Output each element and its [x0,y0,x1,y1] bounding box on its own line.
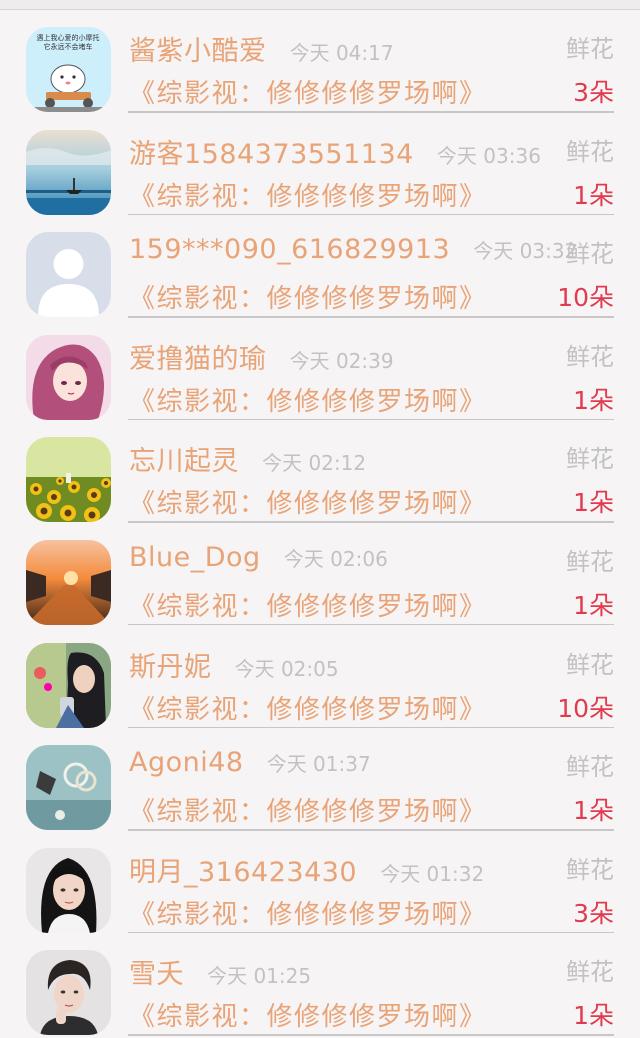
sunflower-field-avatar-image [26,437,111,523]
avatar[interactable] [26,642,111,728]
avatar[interactable] [26,847,111,933]
list-item[interactable]: 斯丹妮 今天 02:05 鲜花 《综影视：修修修修罗场啊》 10朵 [0,626,640,729]
default-user-avatar-icon [26,232,111,318]
timestamp: 今天 03:32 [473,239,578,264]
svg-text:它永远不会堵车: 它永远不会堵车 [44,42,93,51]
avatar[interactable]: 遇上我心爱的小摩托 它永远不会堵车 [26,27,111,112]
timestamp: 今天 01:37 [266,752,371,777]
svg-text:遇上我心爱的小摩托: 遇上我心爱的小摩托 [37,33,100,42]
gift-type-label: 鲜花 [566,35,614,63]
list-item[interactable]: 游客1584373551134 今天 03:36 鲜花 《综影视：修修修修罗场啊… [0,113,640,216]
divider [128,1034,614,1036]
list-item[interactable]: 159***090_616829913 今天 03:32 鲜花 《综影视：修修修… [0,215,640,318]
book-title-link[interactable]: 《综影视：修修修修罗场啊》 [129,592,487,622]
book-title-link[interactable]: 《综影视：修修修修罗场啊》 [129,79,487,109]
avatar[interactable] [26,437,111,523]
flower-count: 1朵 [573,488,614,518]
flower-count: 1朵 [573,590,614,620]
timestamp: 今天 02:39 [289,348,394,373]
flower-count: 1朵 [573,1001,614,1031]
nickname[interactable]: 忘川起灵 [129,446,239,477]
flower-count: 1朵 [573,180,614,210]
gift-type-label: 鲜花 [566,855,614,884]
list-item[interactable]: 爱撸猫的瑜 今天 02:39 鲜花 《综影视：修修修修罗场啊》 1朵 [0,318,640,421]
nickname[interactable]: 159***090_616829913 [129,234,450,265]
avatar[interactable] [26,334,111,420]
list-item[interactable]: 雪夭 今天 01:25 鲜花 《综影视：修修修修罗场啊》 1朵 [0,933,640,1036]
nickname[interactable]: 酱紫小酷爱 [129,36,267,67]
gift-type-label: 鲜花 [566,753,614,782]
gift-type-label: 鲜花 [566,137,614,166]
nickname[interactable]: Agoni48 [129,747,244,778]
book-title-link[interactable]: 《综影视：修修修修罗场啊》 [129,284,487,314]
flower-count: 3朵 [573,78,614,107]
nickname[interactable]: 雪夭 [129,959,184,990]
book-title-link[interactable]: 《综影视：修修修修罗场啊》 [129,900,487,930]
book-title-link[interactable]: 《综影视：修修修修罗场啊》 [129,182,487,212]
timestamp: 今天 02:12 [262,451,367,476]
gift-record-list: 遇上我心爱的小摩托 它永远不会堵车 酱紫小酷爱 今天 04:17 鲜花 《综影视… [0,10,640,1036]
list-item[interactable]: Agoni48 今天 01:37 鲜花 《综影视：修修修修罗场啊》 1朵 [0,728,640,831]
sunset-road-avatar-image [26,539,111,625]
timestamp: 今天 02:05 [234,656,339,681]
timestamp: 今天 01:25 [207,964,312,989]
cartoon-avatar-image: 遇上我心爱的小摩托 它永远不会堵车 [26,27,111,112]
book-title-link[interactable]: 《综影视：修修修修罗场啊》 [129,797,487,827]
flower-count: 1朵 [573,385,614,415]
woman-portrait-avatar-image [26,847,111,933]
top-strip [0,0,640,10]
avatar[interactable] [26,129,111,215]
sea-painting-avatar-image [26,129,111,215]
flower-count: 10朵 [557,283,614,313]
nickname[interactable]: 明月_316423430 [129,857,357,888]
book-title-link[interactable]: 《综影视：修修修修罗场啊》 [129,695,487,725]
timestamp: 今天 01:32 [380,861,485,886]
gift-type-label: 鲜花 [566,958,614,987]
list-item[interactable]: 遇上我心爱的小摩托 它永远不会堵车 酱紫小酷爱 今天 04:17 鲜花 《综影视… [0,10,640,113]
list-item[interactable]: 忘川起灵 今天 02:12 鲜花 《综影视：修修修修罗场啊》 1朵 [0,420,640,523]
flower-count: 10朵 [557,693,614,723]
flower-count: 3朵 [573,898,614,928]
anime-girl-avatar-image [26,334,111,420]
timestamp: 今天 02:06 [283,546,388,571]
gift-type-label: 鲜花 [566,240,614,269]
gift-type-label: 鲜花 [566,547,614,576]
rings-avatar-image [26,745,111,831]
nickname[interactable]: 爱撸猫的瑜 [129,344,267,375]
girl-photo-avatar-image [26,642,111,728]
avatar[interactable] [26,950,111,1036]
list-item[interactable]: Blue_Dog 今天 02:06 鲜花 《综影视：修修修修罗场啊》 1朵 [0,523,640,626]
nickname[interactable]: 游客1584373551134 [129,139,414,170]
timestamp: 今天 03:36 [436,143,541,168]
nickname[interactable]: Blue_Dog [129,542,261,573]
avatar[interactable] [26,745,111,831]
young-man-portrait-avatar-image [26,950,111,1036]
gift-type-label: 鲜花 [566,445,614,474]
timestamp: 今天 04:17 [289,41,394,65]
book-title-link[interactable]: 《综影视：修修修修罗场啊》 [129,489,487,519]
list-item[interactable]: 明月_316423430 今天 01:32 鲜花 《综影视：修修修修罗场啊》 3… [0,831,640,934]
nickname[interactable]: 斯丹妮 [129,652,212,683]
avatar[interactable] [26,539,111,625]
flower-count: 1朵 [573,796,614,826]
gift-type-label: 鲜花 [566,342,614,371]
book-title-link[interactable]: 《综影视：修修修修罗场啊》 [129,1002,487,1032]
book-title-link[interactable]: 《综影视：修修修修罗场啊》 [129,387,487,417]
avatar[interactable] [26,232,111,318]
gift-type-label: 鲜花 [566,650,614,679]
